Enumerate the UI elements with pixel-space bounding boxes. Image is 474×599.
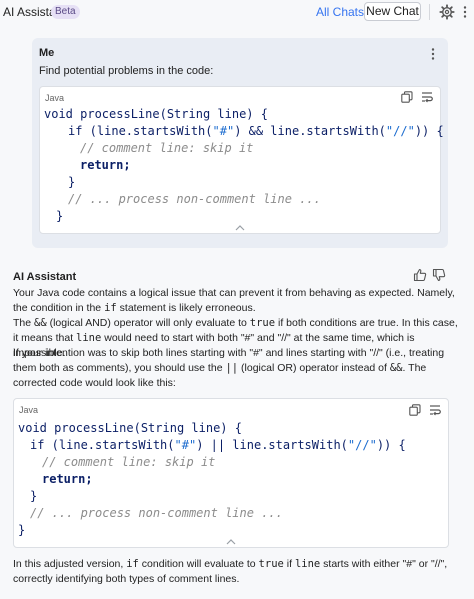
toolbar-divider [429,4,430,20]
code-text: ) || line.startsWith( [196,438,348,452]
chevron-up-icon[interactable] [235,225,245,231]
assistant-paragraph-3: If your intention was to skip both lines… [13,346,461,391]
code-text: )) { [376,438,406,452]
code-text: } [68,175,76,189]
code-text: } [18,523,26,537]
code-language-label: Java [45,93,65,103]
code-line-7: } [18,523,25,537]
code-text: return; [42,472,93,486]
code-comment: // comment line: skip it [80,141,254,155]
paragraph-text: The [13,317,35,329]
code-text: return; [80,158,131,172]
all-chats-link[interactable]: All Chats [316,5,364,19]
code-text: if (line.startsWith( [30,438,175,452]
gear-icon[interactable] [439,4,455,20]
code-comment: // comment line: skip it [42,455,216,469]
code-line-2: if (line.startsWith("#") || line.startsW… [30,438,406,452]
code-string: "//" [347,438,377,452]
inline-code: || [225,362,239,374]
wrap-icon[interactable] [429,404,441,416]
code-text: } [56,209,64,223]
code-text: } [30,489,38,503]
new-chat-button[interactable]: New Chat [364,2,421,21]
code-line-1: void processLine(String line) { [44,107,268,121]
assistant-paragraph-4: In this adjusted version, if condition w… [13,557,461,587]
inline-code: if [126,558,139,570]
paragraph-text: (logical OR) operator instead of [238,362,390,374]
code-language-label: Java [19,405,39,415]
code-line-5: } [68,175,75,189]
code-line-7: } [56,209,63,223]
beta-badge: Beta [51,5,80,19]
code-text: ) && line.startsWith( [234,124,386,138]
thumb-up-icon[interactable] [413,268,427,282]
code-line-1: void processLine(String line) { [18,421,242,435]
code-line-6: // ... process non-comment line ... [68,192,321,206]
inline-code: && [389,362,403,374]
code-comment: // ... process non-comment line ... [68,192,321,206]
top-toolbar: AI Assistant Beta All Chats New Chat [0,0,474,24]
code-string: "#" [174,438,197,452]
user-author: Me [39,47,55,59]
inline-code: true [258,558,284,570]
paragraph-text: if [283,558,295,570]
code-comment: // ... process non-comment line ... [30,506,283,520]
code-line-4: return; [42,472,93,486]
assistant-author: AI Assistant [13,271,77,283]
inline-code: true [249,317,276,329]
code-string: "//" [385,124,415,138]
paragraph-text: condition will evaluate to [138,558,259,570]
code-text: void processLine(String line) { [44,107,268,121]
code-text: if (line.startsWith( [68,124,213,138]
paragraph-text: (logical AND) operator will only evaluat… [46,317,250,329]
copy-icon[interactable] [409,404,421,416]
code-string: "#" [212,124,235,138]
code-line-5: } [30,489,37,503]
inline-code: line [294,558,321,570]
inline-code: && [34,317,47,329]
paragraph-text: statement is likely erroneous. [116,302,256,314]
chevron-up-icon[interactable] [226,539,236,545]
code-line-3: // comment line: skip it [80,141,253,155]
code-text: )) { [414,124,444,138]
inline-code: line [76,332,102,344]
copy-icon[interactable] [401,91,413,103]
user-message-text: Find potential problems in the code: [39,65,214,77]
user-message-card: Me Find potential problems in the code: … [32,38,448,248]
assistant-code-block: Java void processLine(String line) { if … [13,398,449,548]
collapse-bar[interactable] [40,223,440,233]
kebab-icon[interactable] [428,47,438,61]
assistant-paragraph-1: Your Java code contains a logical issue … [13,286,461,316]
user-code-block: Java void processLine(String line) { if … [39,86,444,234]
code-line-4: return; [80,158,131,172]
code-line-3: // comment line: skip it [42,455,215,469]
code-line-6: // ... process non-comment line ... [30,506,283,520]
more-icon[interactable] [460,4,470,20]
wrap-icon[interactable] [421,91,433,103]
inline-code: if [104,302,117,314]
thumb-down-icon[interactable] [432,268,446,282]
paragraph-text: In this adjusted version, [13,558,127,570]
code-text: void processLine(String line) { [18,421,242,435]
code-line-2: if (line.startsWith("#") && line.startsW… [68,124,444,138]
collapse-bar[interactable] [14,537,448,547]
